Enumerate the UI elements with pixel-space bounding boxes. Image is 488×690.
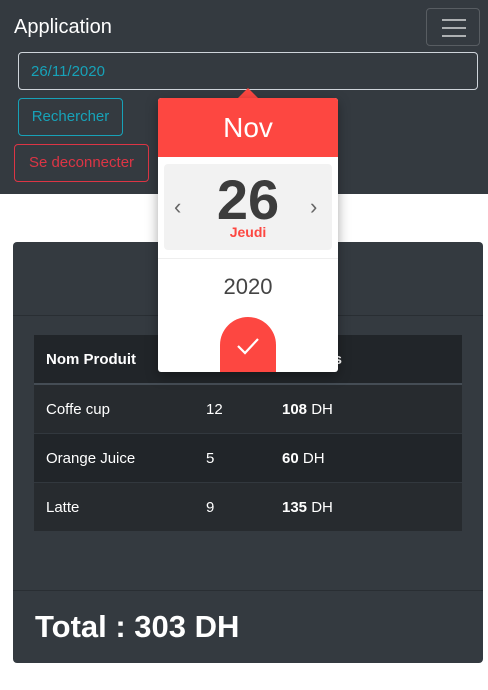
- currency-label: DH: [311, 498, 333, 516]
- app-brand[interactable]: Application: [14, 16, 112, 39]
- datepicker-year[interactable]: 2020: [158, 274, 338, 300]
- search-button[interactable]: Rechercher: [18, 98, 123, 136]
- currency-label: DH: [302, 449, 325, 467]
- hamburger-menu-icon-bar: [442, 35, 466, 37]
- table-row: Coffe cup 12 108 DH: [34, 383, 462, 434]
- datepicker-day-selector: ‹ 26 Jeudi ›: [164, 164, 332, 250]
- total-amount: 135: [282, 498, 308, 516]
- datepicker-day[interactable]: 26: [164, 170, 332, 230]
- quantity-cell: 12: [194, 383, 270, 434]
- datepicker-confirm-button[interactable]: [220, 317, 276, 372]
- card-footer: Total : 303 DH: [13, 590, 483, 664]
- total-cell: 135 DH: [270, 482, 462, 531]
- grand-total: Total : 303 DH: [35, 609, 240, 644]
- table-row: Latte 9 135 DH: [34, 482, 462, 531]
- total-cell: 60 DH: [270, 433, 462, 483]
- product-name-cell: Coffe cup: [34, 383, 194, 434]
- datepicker-divider: [158, 258, 338, 259]
- datepicker-weekday: Jeudi: [229, 224, 267, 240]
- quantity-cell: 9: [194, 482, 270, 531]
- total-amount: 60: [282, 449, 299, 467]
- checkmark-icon: [237, 338, 259, 355]
- product-name-cell: Latte: [34, 482, 194, 531]
- logout-button[interactable]: Se deconnecter: [14, 144, 149, 182]
- total-amount: 108: [282, 400, 308, 418]
- hamburger-menu-button[interactable]: [426, 8, 480, 46]
- table-row: Orange Juice 5 60 DH: [34, 433, 462, 483]
- hamburger-menu-icon-bar: [442, 27, 466, 29]
- product-name-cell: Orange Juice: [34, 433, 194, 483]
- chevron-right-icon[interactable]: ›: [310, 196, 317, 218]
- date-input[interactable]: [18, 52, 478, 90]
- datepicker-arrow: [238, 88, 258, 98]
- quantity-cell: 5: [194, 433, 270, 483]
- hamburger-menu-icon: [442, 19, 466, 21]
- currency-label: DH: [311, 400, 333, 418]
- datepicker-popup: Nov ‹ 26 Jeudi › 2020: [158, 98, 338, 372]
- datepicker-month[interactable]: Nov: [158, 98, 338, 157]
- total-cell: 108 DH: [270, 383, 462, 434]
